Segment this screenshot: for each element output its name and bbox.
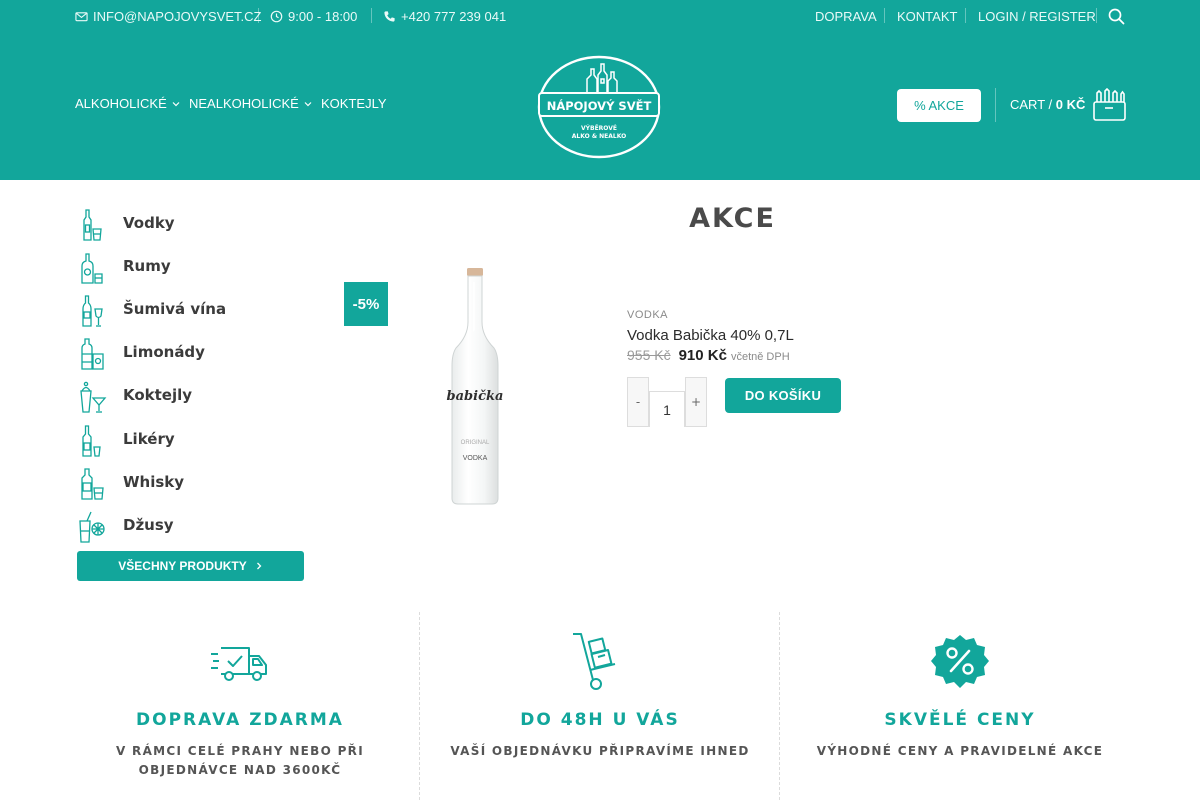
search-button[interactable] xyxy=(1108,7,1125,25)
category-koktejly[interactable]: Koktejly xyxy=(77,379,192,413)
hand-truck-icon xyxy=(573,633,616,690)
bottle-sub-text: ORIGINAL xyxy=(461,440,490,446)
liqueur-bottle-icon xyxy=(77,423,107,457)
email-text: INFO@NAPOJOVYSVET.CZ xyxy=(93,8,262,24)
category-limonady[interactable]: Limonády xyxy=(77,336,205,370)
cart-link[interactable]: CART / 0 KČ xyxy=(1010,97,1085,112)
all-products-label: VŠECHNY PRODUKTY xyxy=(118,559,247,573)
feature-title: DOPRAVA ZDARMA xyxy=(136,710,344,730)
feature-text: VÝHODNÉ CENY A PRAVIDELNÉ AKCE xyxy=(816,744,1104,758)
search-icon xyxy=(1108,8,1125,25)
hours-text: 9:00 - 18:00 xyxy=(288,8,358,24)
category-dzusy[interactable]: Džusy xyxy=(77,509,174,543)
champagne-icon xyxy=(77,293,107,327)
rum-bottle-icon xyxy=(77,250,107,284)
sale-link-button[interactable]: % AKCE xyxy=(897,89,981,122)
nav-item-alcoholic[interactable]: ALKOHOLICKÉ xyxy=(75,96,181,111)
nav-item-cocktails[interactable]: KOKTEJLY xyxy=(321,96,387,111)
all-products-button[interactable]: VŠECHNY PRODUKTY xyxy=(77,551,304,581)
logo-subtitle-2: ALKO & NEALKO xyxy=(572,133,626,140)
price-original: 955 Kč xyxy=(627,347,671,363)
quantity-input[interactable] xyxy=(649,391,685,427)
feature-title: SKVĚLÉ CENY xyxy=(884,710,1036,730)
category-label: Limonády xyxy=(123,343,205,361)
chevron-down-icon xyxy=(303,99,313,109)
tax-note: včetně DPH xyxy=(730,351,790,363)
phone-text: +420 777 239 041 xyxy=(401,8,507,24)
topbar-divider xyxy=(258,8,259,23)
topbar-link-login[interactable]: LOGIN / REGISTER xyxy=(978,7,1096,25)
site-logo[interactable]: NÁPOJOVÝ SVĚT VÝBĚROVÉ ALKO & NEALKO xyxy=(537,55,661,159)
topbar-link-shipping[interactable]: DOPRAVA xyxy=(815,7,877,25)
category-likery[interactable]: Likéry xyxy=(77,423,175,457)
discount-badge: -5% xyxy=(344,282,388,326)
category-label: Rumy xyxy=(123,257,171,275)
category-label: Džusy xyxy=(123,516,174,534)
feature-divider xyxy=(779,612,780,800)
feature-text: V RÁMCI CELÉ PRAHY NEBO PŘI OBJEDNÁVCE N… xyxy=(115,744,364,777)
quantity-decrease-button[interactable]: - xyxy=(627,377,649,427)
envelope-icon xyxy=(75,10,88,23)
category-whisky[interactable]: Whisky xyxy=(77,466,184,500)
category-label: Vodky xyxy=(123,214,175,232)
header-divider xyxy=(995,88,996,122)
topbar-divider xyxy=(884,8,885,23)
product-category[interactable]: VODKA xyxy=(627,309,668,321)
feature-fast-delivery: DO 48H U VÁS VAŠÍ OBJEDNÁVKU PŘIPRAVÍME … xyxy=(430,630,770,761)
topbar-divider xyxy=(1096,8,1097,23)
category-vodky[interactable]: Vodky xyxy=(77,207,175,241)
feature-free-shipping: DOPRAVA ZDARMA V RÁMCI CELÉ PRAHY NEBO P… xyxy=(70,630,410,780)
juice-glass-icon xyxy=(77,509,107,543)
bottle-type-text: VODKA xyxy=(463,455,488,462)
chevron-down-icon xyxy=(171,99,181,109)
product-image[interactable]: babička ORIGINAL VODKA xyxy=(440,262,510,508)
site-header: INFO@NAPOJOVYSVET.CZ 9:00 - 18:00 +420 7… xyxy=(0,0,1200,180)
email-link[interactable]: INFO@NAPOJOVYSVET.CZ xyxy=(75,7,262,25)
logo-subtitle-1: VÝBĚROVÉ xyxy=(581,124,617,132)
cart-label: CART / xyxy=(1010,97,1053,112)
phone-link[interactable]: +420 777 239 041 xyxy=(383,7,506,25)
category-label: Šumivá vína xyxy=(123,300,227,318)
feature-text: VAŠÍ OBJEDNÁVKU PŘIPRAVÍME IHNED xyxy=(450,744,750,758)
top-bar: INFO@NAPOJOVYSVET.CZ 9:00 - 18:00 +420 7… xyxy=(0,0,1200,32)
bottle-crate-icon[interactable] xyxy=(1092,88,1126,122)
cocktail-shaker-icon xyxy=(77,379,107,413)
feature-great-prices: SKVĚLÉ CENY VÝHODNÉ CENY A PRAVIDELNÉ AK… xyxy=(790,630,1130,761)
bottle-brand-text: babička xyxy=(447,389,504,404)
truck-icon xyxy=(211,647,267,681)
category-sumiva-vina[interactable]: Šumivá vína xyxy=(77,293,226,327)
feature-divider xyxy=(419,612,420,800)
add-to-cart-button[interactable]: DO KOŠÍKU xyxy=(725,378,841,413)
nav-label: KOKTEJLY xyxy=(321,96,387,111)
topbar-link-contact[interactable]: KONTAKT xyxy=(897,7,957,25)
category-label: Likéry xyxy=(123,430,175,448)
topbar-divider xyxy=(965,8,966,23)
nav-label: NEALKOHOLICKÉ xyxy=(189,96,299,111)
quantity-stepper: - + xyxy=(627,377,707,427)
product-title[interactable]: Vodka Babička 40% 0,7L xyxy=(627,327,794,344)
opening-hours: 9:00 - 18:00 xyxy=(270,7,357,25)
percent-badge-icon xyxy=(931,635,989,688)
page-title: AKCE xyxy=(689,203,776,234)
cart-total: 0 KČ xyxy=(1055,97,1086,112)
price-sale: 910 Kč xyxy=(678,347,727,364)
vodka-bottle-icon xyxy=(77,207,107,241)
category-label: Koktejly xyxy=(123,386,193,404)
topbar-divider xyxy=(371,8,372,23)
quantity-increase-button[interactable]: + xyxy=(685,377,707,427)
category-rumy[interactable]: Rumy xyxy=(77,250,171,284)
category-label: Whisky xyxy=(123,473,185,491)
clock-icon xyxy=(270,10,283,23)
phone-icon xyxy=(383,10,396,23)
chevron-right-icon xyxy=(255,561,263,571)
nav-label: ALKOHOLICKÉ xyxy=(75,96,167,111)
nav-item-nonalcoholic[interactable]: NEALKOHOLICKÉ xyxy=(189,96,313,111)
feature-title: DO 48H U VÁS xyxy=(520,710,680,730)
product-price: 955 Kč 910 Kč včetně DPH xyxy=(627,347,790,364)
whisky-bottle-icon xyxy=(77,466,107,500)
logo-title: NÁPOJOVÝ SVĚT xyxy=(547,98,652,113)
lemonade-icon xyxy=(77,336,107,370)
